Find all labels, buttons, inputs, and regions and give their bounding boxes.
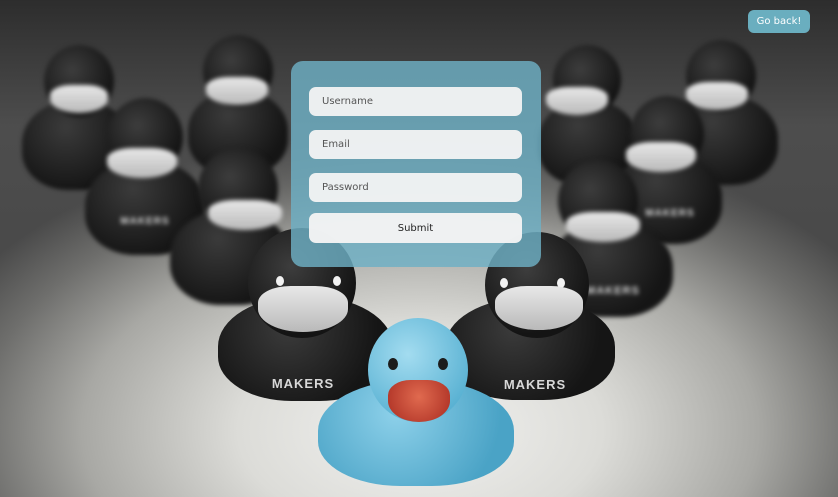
signup-form: Submit (291, 61, 541, 267)
username-field[interactable] (309, 87, 522, 116)
go-back-button[interactable]: Go back! (748, 10, 810, 33)
password-field[interactable] (309, 173, 522, 202)
blue-duck (318, 318, 514, 488)
submit-button[interactable]: Submit (309, 213, 522, 243)
email-field[interactable] (309, 130, 522, 159)
